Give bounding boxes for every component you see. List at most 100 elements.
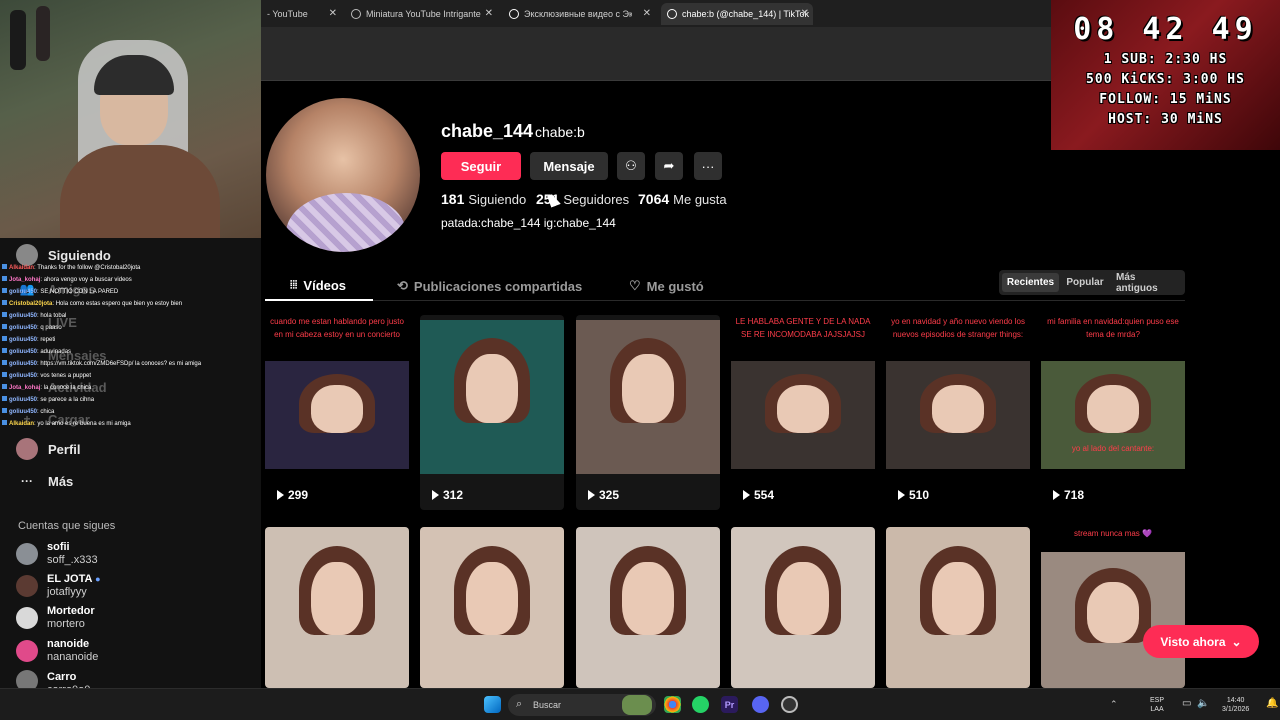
video-card[interactable]: LE HABLABA GENTE Y DE LA NADA SE RE INCO… bbox=[731, 315, 875, 510]
chat-username: goliuu450 bbox=[9, 337, 38, 343]
volume-icon[interactable]: 🔈 bbox=[1197, 698, 1209, 709]
video-card[interactable] bbox=[886, 527, 1030, 688]
chat-text: : repeti bbox=[37, 337, 56, 343]
chevron-up-icon[interactable]: ⌃ bbox=[1110, 699, 1118, 710]
more-options-button[interactable]: ··· bbox=[694, 152, 722, 180]
badge-icon bbox=[2, 324, 7, 329]
chat-message: goliuu450: se parece a la cihna bbox=[2, 394, 260, 406]
video-card[interactable]: 312 bbox=[420, 315, 564, 510]
tab-reposts[interactable]: ⟲ Publicaciones compartidas bbox=[397, 278, 582, 294]
video-card[interactable]: yo en navidad y año nuevo viendo los nue… bbox=[886, 315, 1030, 510]
view-count: 510 bbox=[909, 488, 930, 502]
avatar-jacket bbox=[286, 193, 406, 252]
chat-message: goliuu450: aduvinadas bbox=[2, 346, 260, 358]
chat-text: : chica bbox=[37, 409, 55, 415]
chat-message: Alkaidan: Thanks for the follow @Cristob… bbox=[2, 262, 260, 274]
video-card[interactable]: stream nunca mas 💜 bbox=[1041, 527, 1185, 688]
account-name: Carro bbox=[47, 670, 77, 683]
video-views: 299 bbox=[277, 488, 308, 502]
timer-rule: 1 SUB: 2:30 HS bbox=[1103, 52, 1228, 67]
video-thumbnail: yo al lado del cantante: bbox=[1041, 361, 1185, 469]
whatsapp-icon[interactable] bbox=[692, 696, 709, 713]
close-icon[interactable]: ✕ bbox=[801, 8, 809, 19]
discord-icon[interactable] bbox=[752, 696, 769, 713]
browser-tab[interactable]: Miniatura YouTube Intrigante ✕ bbox=[345, 3, 497, 25]
chrome-icon[interactable] bbox=[664, 696, 681, 713]
follow-button[interactable]: Seguir bbox=[441, 152, 521, 180]
thumbnail-face bbox=[311, 384, 363, 434]
sidebar-item-more[interactable]: ··· Más bbox=[16, 470, 73, 492]
notification-icon[interactable]: 🔔 bbox=[1266, 698, 1278, 709]
video-thumbnail bbox=[420, 320, 564, 474]
weather-widget-icon[interactable] bbox=[622, 695, 652, 715]
followed-account[interactable]: nanoide nananoide bbox=[16, 638, 98, 664]
video-card[interactable]: 325 bbox=[576, 315, 720, 510]
close-icon[interactable]: ✕ bbox=[643, 8, 651, 19]
video-views: 554 bbox=[743, 488, 774, 502]
tiktok-icon bbox=[667, 9, 677, 19]
premiere-icon[interactable]: Pr bbox=[721, 696, 738, 713]
account-handle: nananoide bbox=[47, 651, 99, 663]
network-icon[interactable]: ▭ bbox=[1182, 698, 1191, 709]
followed-account[interactable]: sofii soff_.x333 bbox=[16, 541, 98, 567]
badge-icon bbox=[2, 372, 7, 377]
windows-taskbar: Buscar ⌕ Pr ⌃ ESP LAA ▭ 🔈 14:40 3/1/2026 🔔 bbox=[0, 688, 1280, 720]
thumbnail-overlay-text: yo al lado del cantante: bbox=[1071, 444, 1155, 453]
clock[interactable]: 14:40 3/1/2026 bbox=[1222, 696, 1249, 714]
sidebar-item-profile[interactable]: Perfil bbox=[16, 438, 81, 460]
chat-username: Alkaidan bbox=[9, 265, 35, 271]
video-thumbnail bbox=[731, 527, 875, 688]
chat-username: Cristobal20jota bbox=[9, 301, 53, 307]
video-card[interactable] bbox=[420, 527, 564, 688]
video-card[interactable]: cuando me estan hablando pero justo en m… bbox=[265, 315, 409, 510]
message-button[interactable]: Mensaje bbox=[530, 152, 608, 180]
video-card[interactable] bbox=[265, 527, 409, 688]
video-views: 718 bbox=[1053, 488, 1084, 502]
tab-videos[interactable]: ⦙⦙⦙ Vídeos bbox=[290, 278, 346, 293]
badge-icon bbox=[2, 408, 7, 413]
chat-text: : Hola como estas espero que bien yo est… bbox=[52, 301, 183, 307]
close-icon[interactable]: ✕ bbox=[329, 8, 337, 19]
browser-tab[interactable]: - YouTube ✕ bbox=[261, 3, 341, 25]
add-friend-button[interactable]: ⚇ bbox=[617, 152, 645, 180]
share-button[interactable]: ➦ bbox=[655, 152, 683, 180]
avatar bbox=[16, 543, 38, 565]
sort-popular[interactable]: Popular bbox=[1062, 273, 1108, 292]
windows-start-icon[interactable] bbox=[484, 696, 501, 713]
video-thumbnail bbox=[731, 361, 875, 469]
timer-rule: FOLLOW: 15 MiNS bbox=[1099, 92, 1232, 107]
sort-oldest[interactable]: Más antiguos bbox=[1110, 272, 1182, 294]
browser-tab-active[interactable]: chabe:b (@chabe_144) | TikTok ✕ bbox=[661, 3, 813, 25]
repost-icon: ⟲ bbox=[397, 278, 408, 293]
following-stat[interactable]: 181 Siguiendo bbox=[441, 191, 526, 207]
badge-icon bbox=[2, 300, 7, 305]
video-caption: mi familia en navidad:quien puso ese tem… bbox=[1047, 317, 1179, 339]
chat-text: : yo la amo es re buena es mi amiga bbox=[34, 421, 131, 427]
tab-liked[interactable]: ♡ Me gustó bbox=[629, 278, 704, 294]
seen-now-button[interactable]: Visto ahora ⌄ bbox=[1143, 625, 1259, 658]
video-caption: cuando me estan hablando pero justo en m… bbox=[270, 317, 404, 339]
avatar bbox=[16, 607, 38, 629]
chat-message: goliuu450: q paaso bbox=[2, 322, 260, 334]
followed-account[interactable]: Mortedor mortero bbox=[16, 605, 95, 631]
video-card[interactable] bbox=[731, 527, 875, 688]
video-card[interactable]: mi familia en navidad:quien puso ese tem… bbox=[1041, 315, 1185, 510]
chat-username: goliuu450 bbox=[9, 409, 38, 415]
profile-avatar[interactable] bbox=[266, 98, 420, 252]
language-indicator[interactable]: ESP LAA bbox=[1150, 696, 1164, 714]
more-icon: ··· bbox=[21, 474, 33, 488]
followed-account[interactable]: EL JOTA ● jotaflyyy bbox=[16, 573, 101, 599]
sort-recent[interactable]: Recientes bbox=[1002, 273, 1059, 292]
badge-icon bbox=[2, 336, 7, 341]
thumbnail-face bbox=[1087, 581, 1139, 644]
video-card[interactable] bbox=[576, 527, 720, 688]
chat-text: : aduvinadas bbox=[37, 349, 72, 355]
screen: - YouTube ✕ Miniatura YouTube Intrigante… bbox=[0, 0, 1280, 720]
chat-text: : https://vm.tiktok.com/ZMD6eFSDp/ la co… bbox=[37, 361, 202, 367]
chat-username: goliuu450 bbox=[9, 397, 38, 403]
browser-tab[interactable]: Эксклюзивные видео с Эксайт ✕ bbox=[503, 3, 655, 25]
chat-username: Alkaidan bbox=[9, 421, 35, 427]
close-icon[interactable]: ✕ bbox=[485, 8, 493, 19]
obs-icon[interactable] bbox=[781, 696, 798, 713]
account-name: nanoide bbox=[47, 638, 90, 650]
